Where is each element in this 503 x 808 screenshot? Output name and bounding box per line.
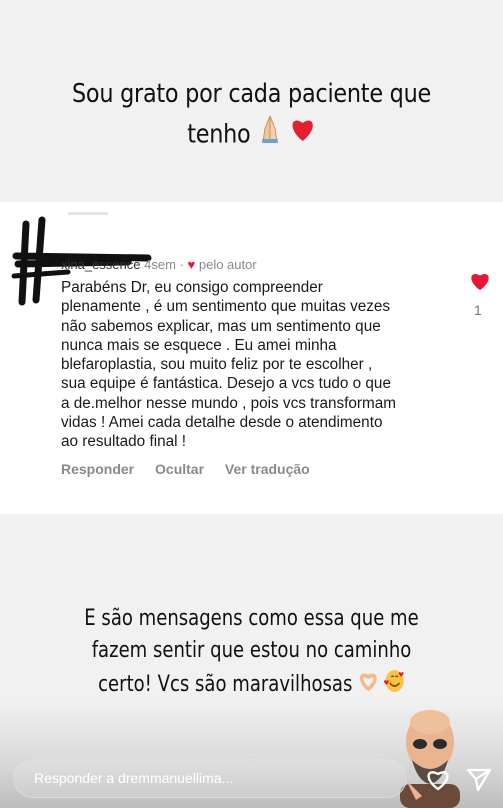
comment-meta: xina_essence 4sem · ♥ pelo autor bbox=[61, 257, 257, 272]
headline-line-2: tenho bbox=[187, 119, 251, 150]
heart-hands-icon bbox=[358, 669, 378, 701]
caption-line-2: fazem sentir que estou no caminho bbox=[91, 638, 412, 663]
red-heart-icon bbox=[290, 115, 316, 155]
comment-age: 4sem bbox=[144, 257, 176, 272]
reply-placeholder: Responder a dremmanuellima... bbox=[34, 770, 234, 786]
story-headline: Sou grato por cada paciente que tenho bbox=[35, 74, 468, 156]
reply-action[interactable]: Responder bbox=[61, 461, 134, 477]
folded-hands-icon bbox=[257, 114, 283, 156]
author-liked-heart-icon: ♥ bbox=[187, 257, 196, 272]
comment-like-count: 1 bbox=[474, 302, 482, 318]
hide-action[interactable]: Ocultar bbox=[155, 461, 204, 477]
comment-like-heart-icon[interactable] bbox=[469, 270, 491, 292]
headline-line-1: Sou grato por cada paciente que bbox=[71, 79, 432, 109]
liked-by-author-label: pelo autor bbox=[198, 257, 257, 272]
card-divider bbox=[68, 212, 108, 215]
caption-line-3: certo! Vcs são maravilhosas bbox=[98, 672, 353, 697]
story-caption: E são mensagens como essa que me fazem s… bbox=[45, 603, 457, 703]
caption-line-3-wrap: certo! Vcs são maravilhosas bbox=[45, 667, 457, 703]
like-story-heart-icon[interactable] bbox=[424, 765, 452, 793]
smiling-face-with-hearts-icon bbox=[383, 667, 405, 703]
send-icon[interactable] bbox=[466, 766, 492, 792]
see-translation-action[interactable]: Ver tradução bbox=[225, 461, 310, 477]
caption-line-1: E são mensagens como essa que me bbox=[84, 606, 419, 631]
comment-actions: Responder Ocultar Ver tradução bbox=[61, 461, 327, 477]
headline-line-2-wrap: tenho bbox=[35, 114, 468, 156]
meta-separator: · bbox=[179, 257, 184, 272]
comment-username[interactable]: xina_essence bbox=[61, 257, 141, 272]
reply-input[interactable]: Responder a dremmanuellima... bbox=[13, 758, 407, 798]
comment-text: Parabéns Dr, eu consigo compreender plen… bbox=[61, 279, 396, 451]
